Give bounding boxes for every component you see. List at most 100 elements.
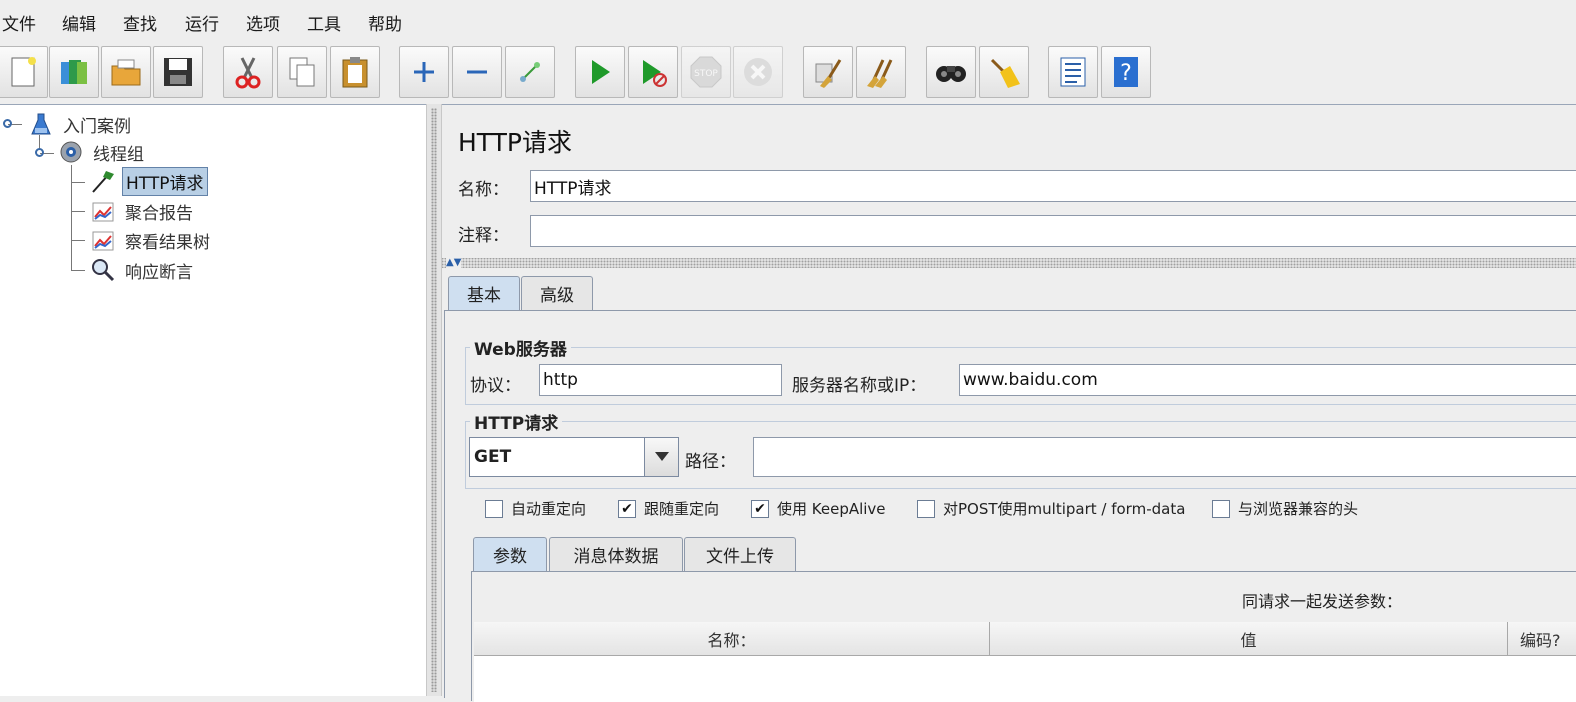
- help-button[interactable]: ?: [1101, 46, 1151, 98]
- checkbox-box: [485, 499, 503, 518]
- server-input[interactable]: [959, 364, 1576, 396]
- stop-button[interactable]: STOP: [681, 46, 731, 98]
- checkbox-box: [1212, 499, 1230, 518]
- clear-icon: [815, 59, 842, 88]
- templates-icon: [61, 60, 87, 84]
- tree-node-view-results-tree[interactable]: 察看结果树: [90, 227, 213, 253]
- shutdown-icon: [744, 58, 772, 86]
- copy-icon: [289, 57, 315, 87]
- copy-button[interactable]: [277, 46, 327, 98]
- comment-input[interactable]: [530, 215, 1576, 247]
- tab-basic[interactable]: 基本: [448, 276, 520, 310]
- open-icon: [111, 59, 141, 86]
- reset-search-icon: [990, 58, 1020, 88]
- follow-redirect-checkbox[interactable]: ✔ 跟随重定向: [618, 498, 719, 519]
- collapse-icon: [467, 70, 487, 74]
- column-header-value[interactable]: 值: [990, 622, 1508, 656]
- server-label: 服务器名称或IP：: [792, 376, 927, 396]
- stop-icon: STOP: [690, 56, 722, 88]
- splitter-arrows-icon: ▲▼: [446, 257, 462, 268]
- menu-run[interactable]: 运行: [185, 10, 219, 35]
- tree-node-label: 察看结果树: [125, 232, 210, 253]
- auto-redirect-checkbox[interactable]: 自动重定向: [485, 498, 586, 519]
- toolbar: STOP ?: [0, 42, 1576, 102]
- new-icon: [11, 57, 36, 87]
- checkbox-label: 跟随重定向: [644, 500, 720, 518]
- path-input[interactable]: [753, 437, 1576, 477]
- menu-bar: 文件 编辑 查找 运行 选项 工具 帮助: [0, 0, 1576, 42]
- save-icon: [164, 58, 192, 86]
- reset-search-button[interactable]: [979, 46, 1029, 98]
- start-icon: [592, 60, 610, 84]
- sampler-icon: [90, 168, 116, 194]
- tree-node-label: HTTP请求: [122, 166, 208, 196]
- menu-file[interactable]: 文件: [2, 10, 36, 35]
- tab-parameters[interactable]: 参数: [473, 537, 547, 571]
- search-button[interactable]: [926, 46, 976, 98]
- new-button[interactable]: [0, 46, 48, 98]
- tree-node-thread-group[interactable]: 线程组: [58, 139, 147, 165]
- tree-connector: [39, 135, 40, 149]
- collapse-button[interactable]: [452, 46, 502, 98]
- graph-icon: [90, 227, 116, 253]
- save-button[interactable]: [153, 46, 203, 98]
- shutdown-button[interactable]: [733, 46, 783, 98]
- menu-tools[interactable]: 工具: [307, 10, 341, 35]
- test-plan-tree: 入门案例 线程组 HTTP请求 聚合报告 察看结果树 响应断言: [0, 104, 426, 696]
- http-request-legend: HTTP请求: [474, 414, 559, 434]
- chevron-down-icon[interactable]: [644, 438, 678, 476]
- stop-icon-text: STOP: [694, 69, 718, 79]
- start-button[interactable]: [575, 46, 625, 98]
- start-no-pause-button[interactable]: [628, 46, 678, 98]
- name-label: 名称：: [458, 180, 509, 200]
- expand-button[interactable]: [399, 46, 449, 98]
- menu-edit[interactable]: 编辑: [62, 10, 96, 35]
- method-select[interactable]: GET: [469, 437, 679, 477]
- tab-content-basic: Web服务器 协议： 服务器名称或IP： HTTP请求 GET 路径： 自动重定…: [444, 310, 1576, 702]
- menu-search[interactable]: 查找: [123, 10, 157, 35]
- search-icon: [936, 66, 966, 82]
- parameters-panel: 同请求一起发送参数： 名称： 值 编码?: [471, 571, 1576, 702]
- menu-options[interactable]: 选项: [246, 10, 280, 35]
- templates-button[interactable]: [49, 46, 99, 98]
- multipart-checkbox[interactable]: 对POST使用multipart / form-data: [917, 498, 1185, 519]
- menu-help[interactable]: 帮助: [368, 10, 402, 35]
- tab-files-upload[interactable]: 文件上传: [684, 537, 796, 571]
- name-input[interactable]: [530, 170, 1576, 202]
- panel-title: HTTP请求: [458, 128, 572, 157]
- protocol-input[interactable]: [539, 364, 782, 396]
- tree-node-http-request[interactable]: HTTP请求: [90, 166, 208, 196]
- expand-icon: [414, 62, 434, 82]
- clear-button[interactable]: [803, 46, 853, 98]
- toggle-icon: [520, 62, 540, 82]
- test-plan-icon: [28, 111, 54, 137]
- function-helper-button[interactable]: [1048, 46, 1098, 98]
- tree-toggle-thread-group[interactable]: [35, 148, 44, 157]
- clear-all-button[interactable]: [856, 46, 906, 98]
- params-caption: 同请求一起发送参数：: [1242, 592, 1403, 611]
- column-header-encode[interactable]: 编码?: [1508, 622, 1576, 656]
- tree-node-test-plan[interactable]: 入门案例: [28, 111, 134, 137]
- horizontal-splitter[interactable]: ▲▼: [442, 258, 1576, 268]
- cut-button[interactable]: [223, 46, 273, 98]
- tab-body-data[interactable]: 消息体数据: [549, 537, 683, 571]
- tab-advanced[interactable]: 高级: [521, 276, 593, 310]
- checkbox-box: ✔: [618, 499, 636, 518]
- tree-toggle-root[interactable]: [3, 119, 12, 128]
- toggle-button[interactable]: [505, 46, 555, 98]
- checkbox-box: [917, 499, 935, 518]
- tree-connector: [71, 211, 85, 212]
- browser-compatible-headers-checkbox[interactable]: 与浏览器兼容的头: [1212, 498, 1358, 519]
- column-header-name[interactable]: 名称：: [474, 622, 990, 656]
- vertical-splitter[interactable]: [426, 104, 442, 696]
- tree-connector: [71, 182, 85, 183]
- tree-node-response-assertion[interactable]: 响应断言: [90, 257, 196, 283]
- paste-button[interactable]: [330, 46, 380, 98]
- open-button[interactable]: [101, 46, 151, 98]
- tree-connector: [71, 240, 85, 241]
- tree-node-aggregate-report[interactable]: 聚合报告: [90, 198, 196, 224]
- tree-node-label: 聚合报告: [125, 203, 193, 224]
- keepalive-checkbox[interactable]: ✔ 使用 KeepAlive: [751, 498, 886, 519]
- checkbox-label: 与浏览器兼容的头: [1238, 500, 1359, 518]
- tree-connector: [71, 165, 72, 271]
